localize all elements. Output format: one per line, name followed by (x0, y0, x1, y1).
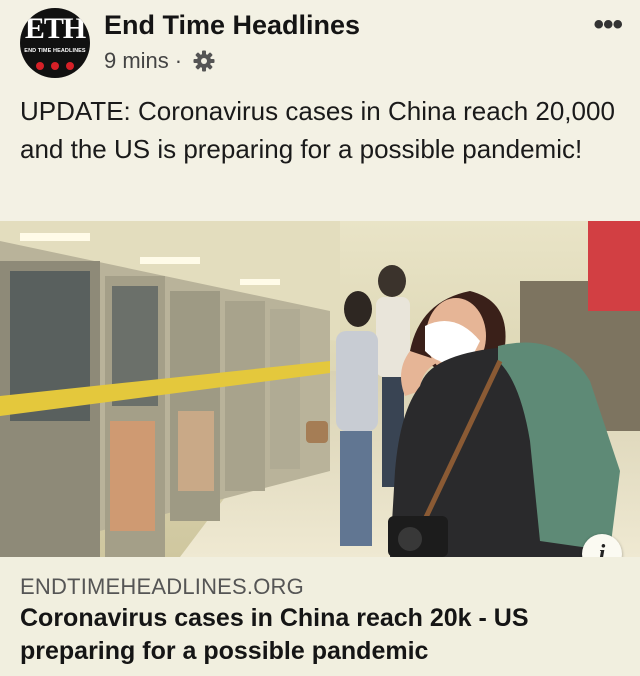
gear-icon (192, 49, 216, 73)
page-name[interactable]: End Time Headlines (104, 10, 360, 41)
avatar-logo-text: ETH (24, 12, 86, 45)
link-title[interactable]: Coronavirus cases in China reach 20k - U… (20, 602, 620, 668)
post-header: ETH END TIME HEADLINES End Time Headline… (0, 0, 640, 90)
meta-separator: · (174, 48, 183, 73)
post-meta: 9 mins · (104, 48, 216, 74)
page-avatar[interactable]: ETH END TIME HEADLINES (20, 8, 90, 78)
avatar-dots (36, 60, 74, 72)
more-options-icon[interactable]: ••• (593, 8, 622, 42)
post-text: UPDATE: Coronavirus cases in China reach… (20, 96, 615, 164)
subway-platform-image (0, 221, 640, 557)
avatar-logo-subtext: END TIME HEADLINES (24, 48, 86, 54)
link-domain: ENDTIMEHEADLINES.ORG (20, 574, 304, 599)
article-photo[interactable] (0, 221, 640, 557)
post-timestamp[interactable]: 9 mins (104, 48, 169, 74)
